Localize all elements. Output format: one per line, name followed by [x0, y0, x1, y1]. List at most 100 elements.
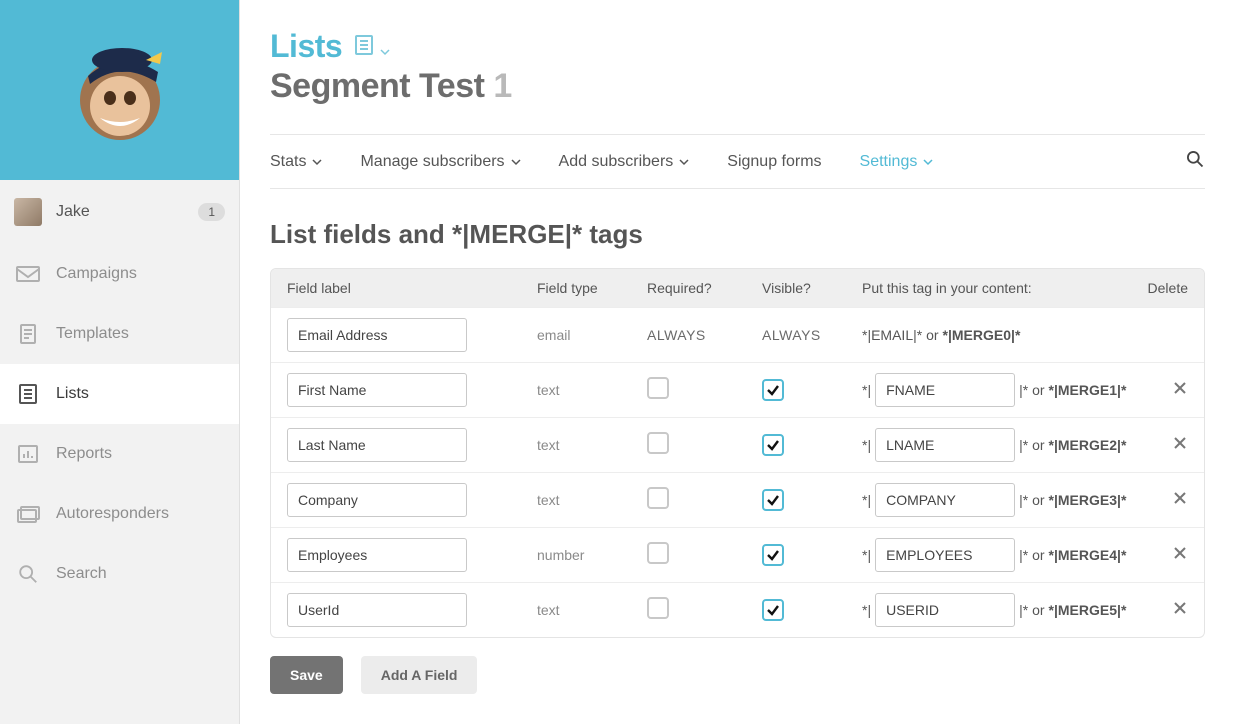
field-label-input[interactable]	[287, 483, 467, 517]
tab-bar: Stats Manage subscribers Add subscribers…	[270, 134, 1205, 189]
breadcrumb[interactable]: Lists	[270, 28, 1205, 65]
table-row: text *||* or *|MERGE3|*	[271, 472, 1204, 527]
table-row: emailALWAYSALWAYS*|EMAIL|* or *|MERGE0|*	[271, 307, 1204, 362]
th-type: Field type	[537, 280, 647, 296]
sidebar-item-label: Campaigns	[56, 265, 137, 283]
visible-static: ALWAYS	[762, 327, 862, 343]
visible-checkbox[interactable]	[762, 599, 784, 621]
main-content: Lists Segment Test 1 Stats	[240, 0, 1235, 724]
sidebar-item-label: Templates	[56, 325, 129, 343]
visible-checkbox[interactable]	[762, 489, 784, 511]
field-type: text	[537, 602, 647, 618]
field-label-input[interactable]	[287, 593, 467, 627]
doc-icon	[14, 322, 42, 346]
tag-input[interactable]	[875, 538, 1015, 572]
th-visible: Visible?	[762, 280, 862, 296]
table-row: text *||* or *|MERGE2|*	[271, 417, 1204, 472]
tag-cell: *|EMAIL|* or *|MERGE0|*	[862, 327, 1128, 343]
field-label-input[interactable]	[287, 538, 467, 572]
sidebar-item-campaigns[interactable]: Campaigns	[0, 244, 239, 304]
visible-checkbox[interactable]	[762, 379, 784, 401]
sidebar-user[interactable]: Jake 1	[0, 180, 239, 244]
delete-icon[interactable]	[1172, 383, 1188, 400]
table-header-row: Field label Field type Required? Visible…	[271, 269, 1204, 307]
tag-input[interactable]	[875, 373, 1015, 407]
delete-icon[interactable]	[1172, 438, 1188, 455]
add-field-button[interactable]: Add A Field	[361, 656, 478, 694]
tag-cell: *||* or *|MERGE2|*	[862, 428, 1128, 462]
delete-icon[interactable]	[1172, 548, 1188, 565]
visible-checkbox[interactable]	[762, 544, 784, 566]
th-tag: Put this tag in your content:	[862, 280, 1128, 296]
user-name: Jake	[56, 203, 90, 221]
field-type: text	[537, 492, 647, 508]
field-label-input[interactable]	[287, 373, 467, 407]
required-checkbox[interactable]	[647, 377, 669, 399]
th-required: Required?	[647, 280, 762, 296]
list-icon	[352, 28, 376, 65]
field-type: number	[537, 547, 647, 563]
breadcrumb-label: Lists	[270, 28, 342, 65]
tag-cell: *||* or *|MERGE5|*	[862, 593, 1128, 627]
search-icon[interactable]	[1185, 149, 1205, 174]
required-checkbox[interactable]	[647, 597, 669, 619]
chevron-down-icon	[312, 157, 322, 167]
brand-logo	[0, 0, 239, 180]
visible-checkbox[interactable]	[762, 434, 784, 456]
save-button[interactable]: Save	[270, 656, 343, 694]
field-type: text	[537, 382, 647, 398]
field-type: text	[537, 437, 647, 453]
sidebar-item-label: Autoresponders	[56, 505, 169, 523]
tag-cell: *||* or *|MERGE1|*	[862, 373, 1128, 407]
sidebar-item-label: Search	[56, 565, 107, 583]
tag-input[interactable]	[875, 428, 1015, 462]
chevron-down-icon	[679, 157, 689, 167]
sidebar-item-label: Reports	[56, 445, 112, 463]
delete-icon[interactable]	[1172, 603, 1188, 620]
avatar	[14, 198, 42, 226]
search-icon	[14, 562, 42, 586]
required-checkbox[interactable]	[647, 432, 669, 454]
table-row: text *||* or *|MERGE1|*	[271, 362, 1204, 417]
delete-icon[interactable]	[1172, 493, 1188, 510]
tab-manage-subscribers[interactable]: Manage subscribers	[360, 153, 520, 171]
section-title: List fields and *|MERGE|* tags	[270, 219, 1205, 250]
tab-signup-forms[interactable]: Signup forms	[727, 153, 821, 171]
tag-input[interactable]	[875, 483, 1015, 517]
chevron-down-icon	[380, 28, 390, 65]
sidebar-item-reports[interactable]: Reports	[0, 424, 239, 484]
fields-table: Field label Field type Required? Visible…	[270, 268, 1205, 638]
sidebar-item-lists[interactable]: Lists	[0, 364, 239, 424]
sidebar-item-search[interactable]: Search	[0, 544, 239, 604]
table-row: text *||* or *|MERGE5|*	[271, 582, 1204, 637]
required-static: ALWAYS	[647, 327, 762, 343]
chart-icon	[14, 442, 42, 466]
th-label: Field label	[287, 280, 537, 296]
sidebar: Jake 1 Campaigns Templates Lists Reports Aut…	[0, 0, 240, 724]
page-title: Segment Test 1	[270, 67, 1205, 106]
action-bar: Save Add A Field	[270, 656, 1205, 694]
tag-cell: *||* or *|MERGE4|*	[862, 538, 1128, 572]
field-label-input[interactable]	[287, 428, 467, 462]
field-label-input[interactable]	[287, 318, 467, 352]
list-icon	[14, 382, 42, 406]
required-checkbox[interactable]	[647, 487, 669, 509]
sidebar-nav: Campaigns Templates Lists Reports Autorespon…	[0, 244, 239, 604]
chevron-down-icon	[923, 157, 933, 167]
envelope-icon	[14, 262, 42, 286]
th-delete: Delete	[1128, 280, 1188, 296]
sidebar-item-label: Lists	[56, 385, 89, 403]
sidebar-item-templates[interactable]: Templates	[0, 304, 239, 364]
layers-icon	[14, 502, 42, 526]
sidebar-item-autoresponders[interactable]: Autoresponders	[0, 484, 239, 544]
tab-add-subscribers[interactable]: Add subscribers	[559, 153, 690, 171]
tag-input[interactable]	[875, 593, 1015, 627]
table-row: number *||* or *|MERGE4|*	[271, 527, 1204, 582]
tag-cell: *||* or *|MERGE3|*	[862, 483, 1128, 517]
chevron-down-icon	[511, 157, 521, 167]
tab-settings[interactable]: Settings	[860, 153, 934, 171]
notification-badge: 1	[198, 203, 225, 221]
required-checkbox[interactable]	[647, 542, 669, 564]
tab-stats[interactable]: Stats	[270, 153, 322, 171]
field-type: email	[537, 327, 647, 343]
